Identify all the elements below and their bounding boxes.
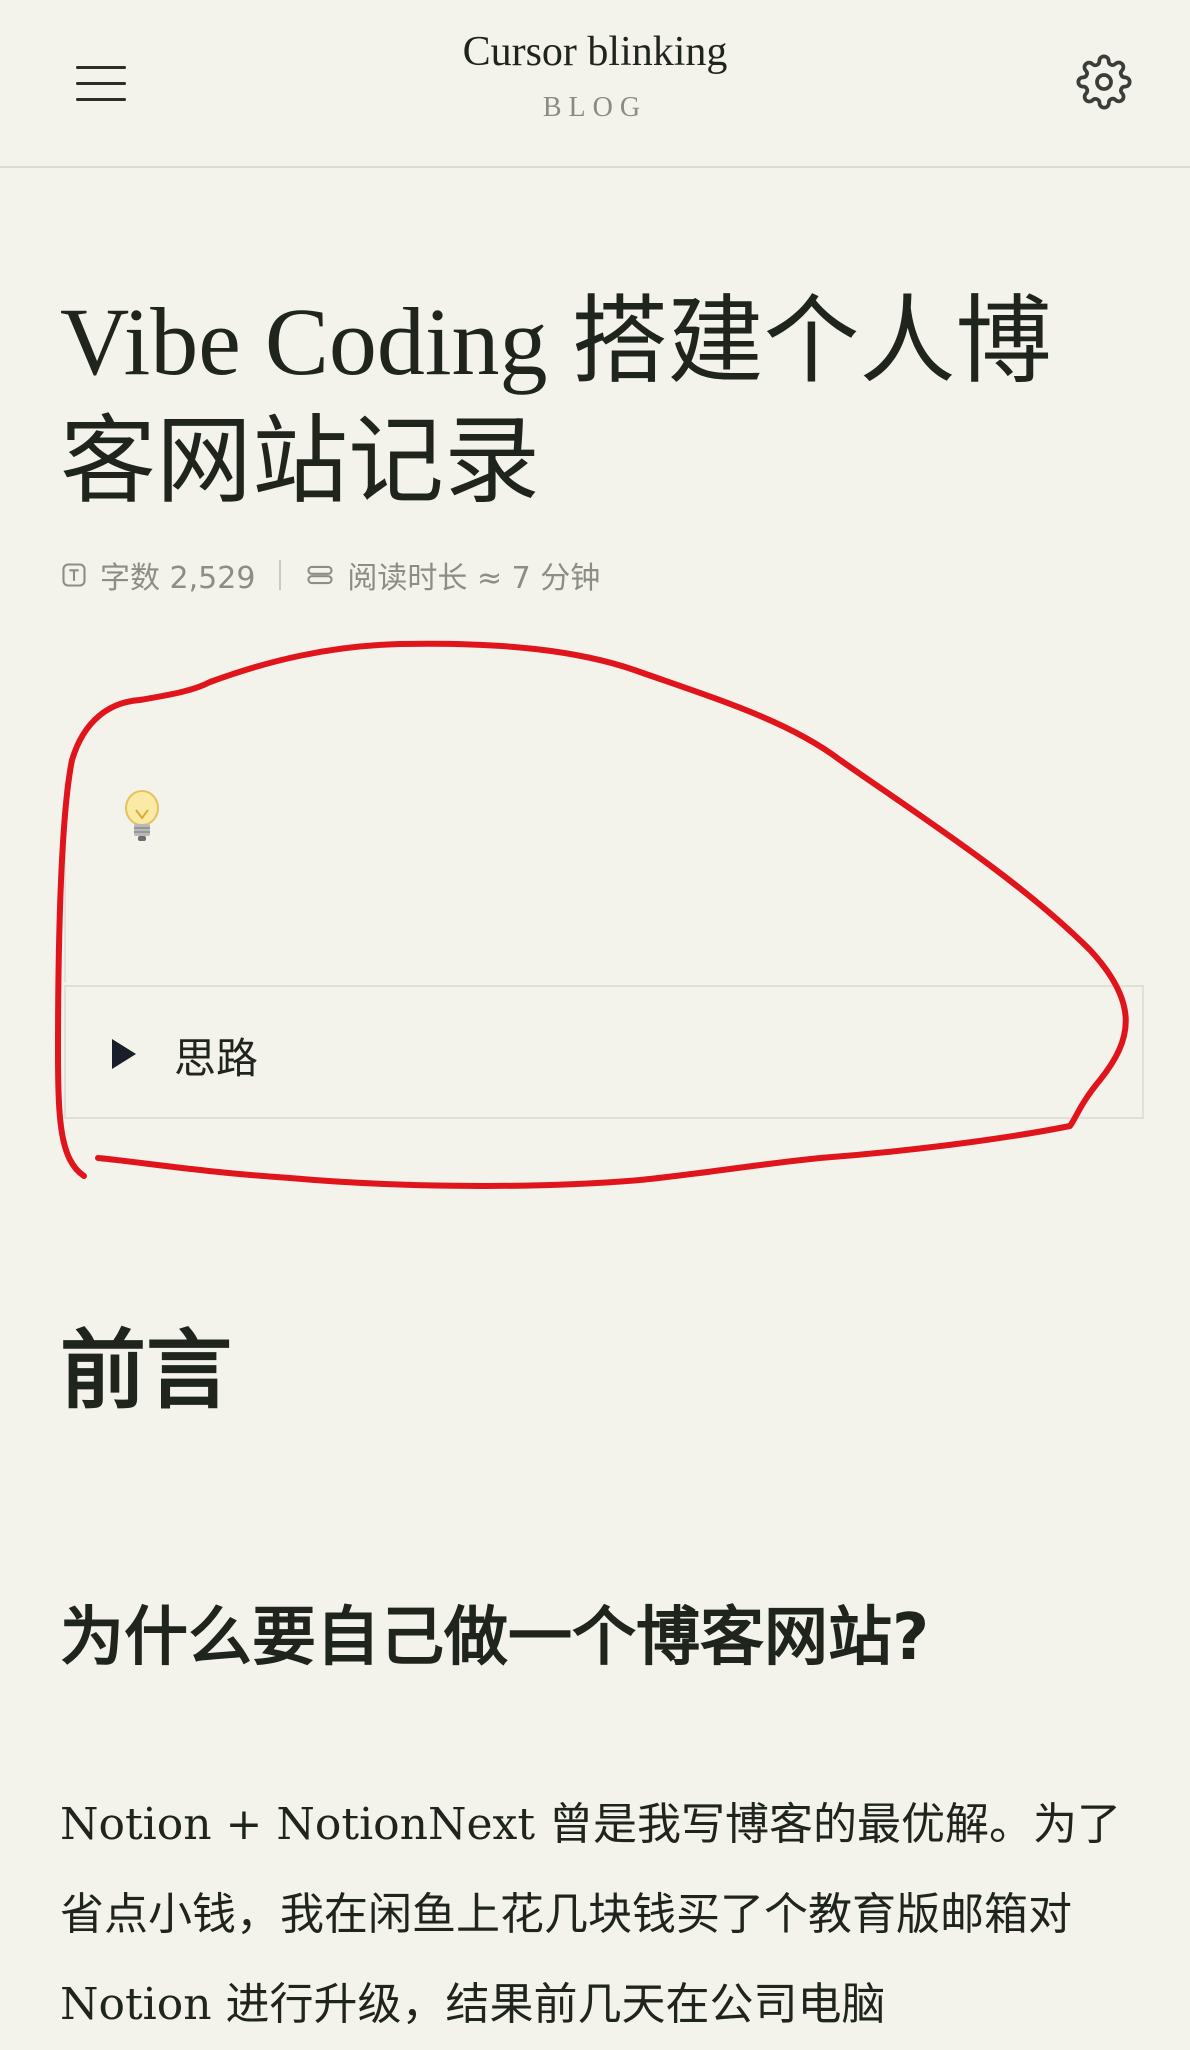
- reading-time-icon: [305, 561, 335, 589]
- subsection-heading: 为什么要自己做一个博客网站?: [60, 1601, 930, 1675]
- callout-block: [64, 782, 1146, 982]
- toggle-block[interactable]: 思路: [64, 985, 1144, 1119]
- hamburger-line: [76, 82, 126, 85]
- site-title[interactable]: Cursor blinking: [0, 28, 1190, 76]
- meta-divider: [279, 560, 282, 590]
- section-heading: 前言: [60, 1321, 232, 1421]
- site-subtitle: BLOG: [542, 92, 648, 123]
- reading-time: 阅读时长 ≈ 7 分钟: [347, 561, 601, 596]
- settings-button[interactable]: [1076, 54, 1132, 110]
- lightbulb-icon: [122, 788, 162, 848]
- word-count: 字数 2,529: [100, 561, 256, 596]
- toggle-label[interactable]: 思路: [174, 1025, 258, 1086]
- triangle-right-icon[interactable]: [112, 1039, 136, 1069]
- app-header: Cursor blinking BLOG: [0, 0, 1190, 168]
- text-count-icon: [60, 561, 88, 589]
- gear-icon: [1076, 54, 1132, 110]
- article-paragraph: Notion + NotionNext 曾是我写博客的最优解。为了省点小钱，我在…: [60, 1799, 1122, 2030]
- article-meta: 字数 2,529 阅读时长 ≈ 7 分钟: [60, 553, 600, 597]
- article-title: Vibe Coding 搭建个人博客网站记录: [60, 288, 1052, 515]
